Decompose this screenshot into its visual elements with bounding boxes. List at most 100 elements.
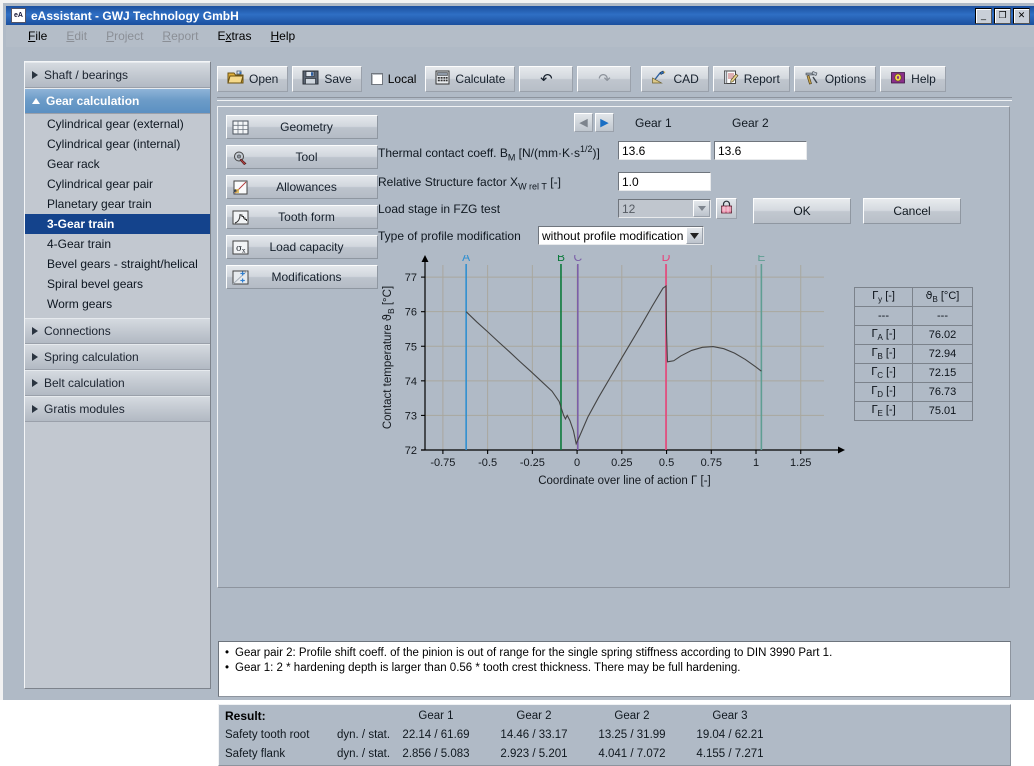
save-button[interactable]: Save xyxy=(292,66,361,92)
tab-modifications[interactable]: Modifications xyxy=(226,265,378,289)
main-panel: Open Save Local xyxy=(217,61,1014,689)
chart-label: 0.5 xyxy=(659,457,674,469)
minimize-button[interactable]: _ xyxy=(975,8,992,24)
sidebar-group-label: Connections xyxy=(44,324,111,338)
help-button[interactable]: Help xyxy=(880,66,946,92)
sidebar-group-gratis-modules[interactable]: Gratis modules xyxy=(25,396,210,422)
sidebar-group-spring-calculation[interactable]: Spring calculation xyxy=(25,344,210,370)
modify-icon xyxy=(230,268,250,286)
sigma-icon: σx xyxy=(230,238,250,256)
sidebar-item-gear-rack[interactable]: Gear rack xyxy=(25,154,210,174)
load-stage-value: 12 xyxy=(622,202,635,216)
menu-item-file[interactable]: File xyxy=(28,29,47,43)
cad-button[interactable]: CAD xyxy=(641,66,708,92)
sidebar-item-planetary-gear-train[interactable]: Planetary gear train xyxy=(25,194,210,214)
sidebar-group-gear-calculation[interactable]: Gear calculation xyxy=(25,88,210,114)
chart-label: -0.25 xyxy=(520,457,545,469)
chevron-down-icon[interactable] xyxy=(693,200,710,217)
thermal-gear2-input[interactable]: 13.6 xyxy=(714,141,807,160)
table-cell: ΓA [-] xyxy=(855,326,913,345)
tab-allowances[interactable]: Allowances xyxy=(226,175,378,199)
chevron-right-icon xyxy=(32,71,38,79)
sidebar-item-cylindrical-gear-internal[interactable]: Cylindrical gear (internal) xyxy=(25,134,210,154)
result-title: Result: xyxy=(225,709,266,723)
menu-item-edit[interactable]: Edit xyxy=(66,29,87,43)
sidebar-group-shaft-bearings[interactable]: Shaft / bearings xyxy=(25,62,210,88)
sidebar[interactable]: Shaft / bearings Gear calculation Cylind… xyxy=(24,61,211,689)
local-label: Local xyxy=(388,72,417,86)
table-cell: ϑB [°C] xyxy=(913,288,973,307)
chart-label: -0.75 xyxy=(430,457,455,469)
sidebar-item-worm-gears[interactable]: Worm gears xyxy=(25,294,210,314)
table-cell: 72.15 xyxy=(913,364,973,383)
table-cell: ΓE [-] xyxy=(855,402,913,421)
tab-tooth-form[interactable]: Tooth form xyxy=(226,205,378,229)
profile-modification-select[interactable]: without profile modification xyxy=(538,226,704,245)
redo-button[interactable]: ↷ xyxy=(577,66,631,92)
options-button[interactable]: Options xyxy=(794,66,876,92)
open-button[interactable]: Open xyxy=(217,66,288,92)
chart-label: -0.5 xyxy=(478,457,497,469)
sidebar-group-connections[interactable]: Connections xyxy=(25,318,210,344)
local-checkbox[interactable] xyxy=(371,73,383,85)
thermal-gear1-input[interactable]: 13.6 xyxy=(618,141,711,160)
close-button[interactable]: ✕ xyxy=(1013,8,1030,24)
menu-item-project[interactable]: Project xyxy=(106,29,143,43)
calculate-label: Calculate xyxy=(455,72,505,86)
result-value: 13.25 / 31.99 xyxy=(591,729,673,741)
table-cell: 76.02 xyxy=(913,326,973,345)
local-checkbox-wrap[interactable]: Local xyxy=(371,72,417,86)
sidebar-item-4-gear-train[interactable]: 4-Gear train xyxy=(25,234,210,254)
menu-bar: File Edit Project Report Extras Help xyxy=(6,25,1034,47)
structure-factor-input[interactable]: 1.0 xyxy=(618,172,711,191)
table-row: ΓC [-]72.15 xyxy=(855,364,973,383)
result-value: 14.46 / 33.17 xyxy=(493,729,575,741)
prev-gear-button[interactable]: ◀ xyxy=(574,113,593,132)
table: Γy [-]ϑB [°C]------ΓA [-]76.02ΓB [-]72.9… xyxy=(854,287,973,421)
table-header-row: Γy [-]ϑB [°C] xyxy=(855,288,973,307)
result-column-header: Gear 2 xyxy=(595,710,669,722)
calculate-button[interactable]: Calculate xyxy=(425,66,515,92)
table-cell: 76.73 xyxy=(913,383,973,402)
menu-item-extras[interactable]: Extras xyxy=(217,29,251,43)
tooth-icon xyxy=(230,208,250,226)
warning-text: Gear 1: 2 * hardening depth is larger th… xyxy=(235,662,740,674)
result-row-label: Safety tooth root xyxy=(225,729,309,741)
load-stage-select[interactable]: 12 xyxy=(618,199,711,218)
sidebar-group-belt-calculation[interactable]: Belt calculation xyxy=(25,370,210,396)
report-button[interactable]: Report xyxy=(713,66,790,92)
maximize-button[interactable]: ❐ xyxy=(994,8,1011,24)
tab-tool[interactable]: Tool xyxy=(226,145,378,169)
thermal-label-text: Thermal contact coeff. B xyxy=(378,146,508,160)
table-row: ΓE [-]75.01 xyxy=(855,402,973,421)
x-axis-arrow xyxy=(838,447,845,454)
result-value: 2.923 / 5.201 xyxy=(493,748,575,760)
sidebar-item-spiral-bevel-gears[interactable]: Spiral bevel gears xyxy=(25,274,210,294)
chevron-down-icon[interactable] xyxy=(686,227,703,244)
cancel-button[interactable]: Cancel xyxy=(863,198,961,224)
result-value: 2.856 / 5.083 xyxy=(395,748,477,760)
report-icon xyxy=(723,70,739,88)
next-gear-button[interactable]: ▶ xyxy=(595,113,614,132)
profile-modification-value: without profile modification xyxy=(542,229,683,243)
marker-label-B: B xyxy=(557,255,565,264)
chart-label: 74 xyxy=(405,376,417,388)
table-row: ------ xyxy=(855,307,973,326)
undo-button[interactable]: ↶ xyxy=(519,66,573,92)
lock-button[interactable] xyxy=(716,198,737,219)
calculator-icon xyxy=(435,70,450,88)
result-value: 4.155 / 7.271 xyxy=(689,748,771,760)
sidebar-item-bevel-gears[interactable]: Bevel gears - straight/helical xyxy=(25,254,210,274)
parameter-form: ◀ ▶ Gear 1 Gear 2 Thermal contact coeff.… xyxy=(378,111,1008,251)
chart-label: 73 xyxy=(405,410,417,422)
ok-button[interactable]: OK xyxy=(753,198,851,224)
menu-item-report[interactable]: Report xyxy=(162,29,198,43)
result-value: 22.14 / 61.69 xyxy=(395,729,477,741)
sidebar-item-3-gear-train[interactable]: 3-Gear train xyxy=(25,214,210,234)
tab-geometry[interactable]: Geometry xyxy=(226,115,378,139)
options-label: Options xyxy=(825,72,866,86)
sidebar-item-cylindrical-gear-external[interactable]: Cylindrical gear (external) xyxy=(25,114,210,134)
tab-load-capacity[interactable]: σx Load capacity xyxy=(226,235,378,259)
sidebar-item-cylindrical-gear-pair[interactable]: Cylindrical gear pair xyxy=(25,174,210,194)
menu-item-help[interactable]: Help xyxy=(270,29,295,43)
